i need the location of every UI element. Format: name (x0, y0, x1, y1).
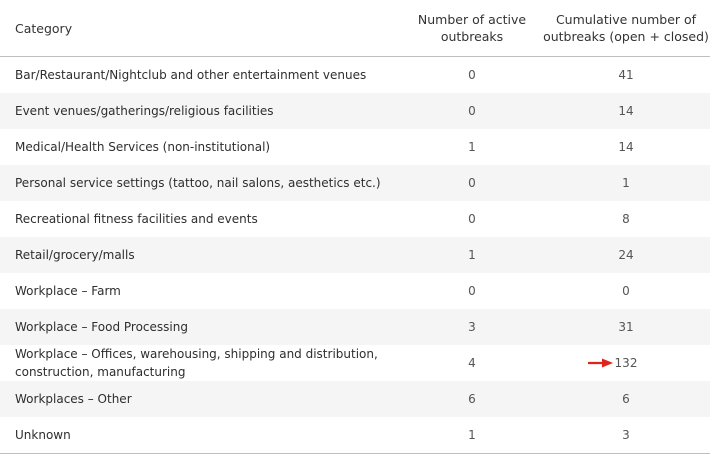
cumulative-count-cell: 3 (542, 417, 710, 454)
table-row: Unknown 1 3 (0, 417, 710, 454)
category-cell: Workplace – Offices, warehousing, shippi… (15, 347, 378, 379)
outbreaks-table-container: Category Number of active outbreaks Cumu… (0, 0, 713, 457)
table-row: Medical/Health Services (non-institution… (0, 129, 710, 165)
arrow-right-icon (587, 358, 613, 368)
cumulative-count-cell: 24 (542, 237, 710, 273)
category-cell: Personal service settings (tattoo, nail … (0, 165, 402, 201)
category-cell: Recreational fitness facilities and even… (15, 212, 258, 226)
cumulative-count-cell: 0 (622, 284, 630, 298)
category-cell: Workplace – Farm (15, 284, 121, 298)
cumulative-count-cell: 14 (618, 140, 634, 154)
category-cell: Medical/Health Services (non-institution… (15, 140, 271, 154)
category-cell: Workplace – Food Processing (0, 309, 402, 345)
cumulative-count-cell: 6 (542, 381, 710, 417)
header-row: Category Number of active outbreaks Cumu… (0, 0, 710, 57)
outbreaks-table: Category Number of active outbreaks Cumu… (0, 0, 710, 454)
active-count-cell: 0 (468, 284, 476, 298)
active-count-cell: 1 (468, 140, 476, 154)
cumulative-count-cell: 1 (542, 165, 710, 201)
cumulative-count-value: 132 (614, 356, 638, 370)
column-header-cumulative: Cumulative number of outbreaks (open + c… (542, 0, 710, 57)
column-header-active: Number of active outbreaks (402, 0, 542, 57)
highlighted-value: 132 (587, 354, 638, 372)
column-header-category: Category (0, 0, 402, 57)
active-count-cell: 0 (468, 68, 476, 82)
cumulative-count-cell: 8 (622, 212, 630, 226)
table-row: Workplace – Food Processing 3 31 (0, 309, 710, 345)
active-count-cell: 1 (402, 417, 542, 454)
category-cell: Event venues/gatherings/religious facili… (0, 93, 402, 129)
table-row: Workplaces – Other 6 6 (0, 381, 710, 417)
table-row: Bar/Restaurant/Nightclub and other enter… (0, 57, 710, 94)
active-count-cell: 1 (402, 237, 542, 273)
category-cell: Retail/grocery/malls (0, 237, 402, 273)
category-cell: Unknown (0, 417, 402, 454)
active-count-cell: 0 (402, 93, 542, 129)
category-cell: Workplaces – Other (0, 381, 402, 417)
table-row: Event venues/gatherings/religious facili… (0, 93, 710, 129)
cumulative-count-cell: 14 (542, 93, 710, 129)
active-count-cell: 0 (402, 165, 542, 201)
cumulative-count-cell: 31 (542, 309, 710, 345)
active-count-cell: 0 (468, 212, 476, 226)
active-count-cell: 6 (402, 381, 542, 417)
table-row: Workplace – Offices, warehousing, shippi… (0, 345, 710, 381)
cumulative-count-cell: 41 (618, 68, 634, 82)
active-count-cell: 3 (402, 309, 542, 345)
table-row: Recreational fitness facilities and even… (0, 201, 710, 237)
table-row: Workplace – Farm 0 0 (0, 273, 710, 309)
active-count-cell: 4 (468, 356, 476, 370)
category-cell: Bar/Restaurant/Nightclub and other enter… (15, 68, 367, 82)
table-row: Personal service settings (tattoo, nail … (0, 165, 710, 201)
cumulative-count-cell: 132 (542, 345, 710, 381)
table-row: Retail/grocery/malls 1 24 (0, 237, 710, 273)
